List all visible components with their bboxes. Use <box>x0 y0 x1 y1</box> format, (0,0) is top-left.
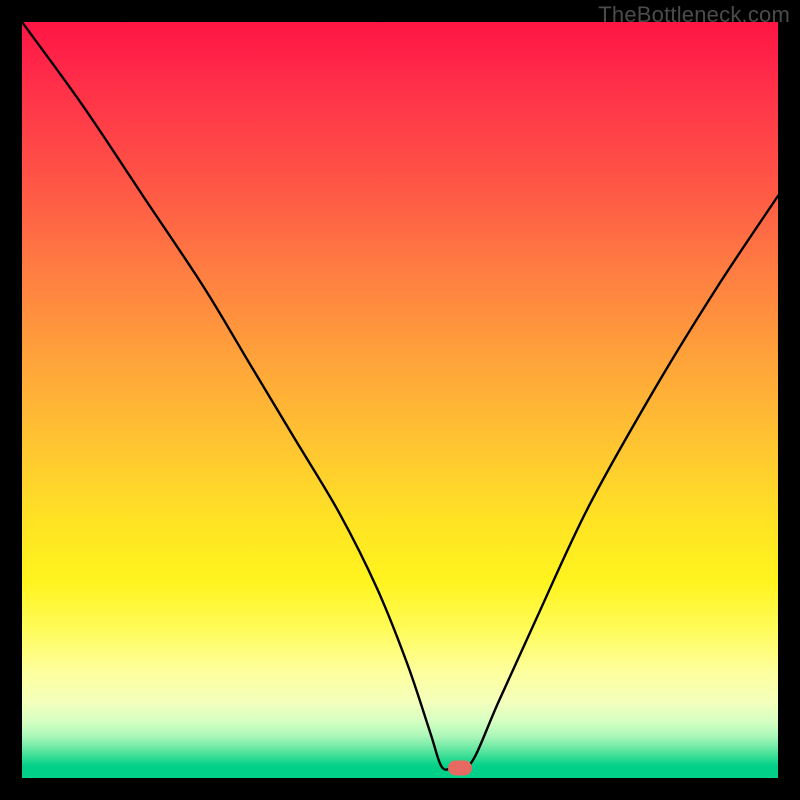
optimal-marker <box>448 761 472 776</box>
bottleneck-curve <box>22 22 778 778</box>
chart-frame: TheBottleneck.com <box>0 0 800 800</box>
plot-area <box>22 22 778 778</box>
watermark-text: TheBottleneck.com <box>598 2 790 28</box>
